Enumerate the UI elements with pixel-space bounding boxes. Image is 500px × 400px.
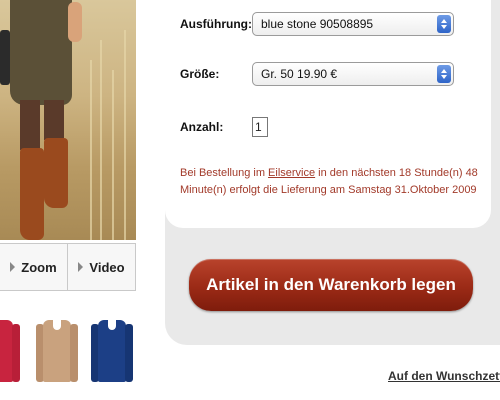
hand-detail: [68, 2, 82, 42]
grass-detail: [112, 70, 114, 240]
select-arrows-icon: [437, 15, 451, 33]
sleeve-detail: [12, 324, 20, 382]
quantity-input[interactable]: 1: [252, 117, 268, 137]
video-button[interactable]: Video: [67, 244, 135, 290]
boot-detail: [20, 148, 44, 240]
grass-detail: [124, 30, 126, 240]
wishlist-link[interactable]: Auf den Wunschzettel: [388, 369, 500, 383]
play-triangle-icon: [78, 262, 84, 272]
size-select[interactable]: Gr. 50 19.90 €: [252, 62, 454, 86]
video-label: Video: [89, 259, 125, 275]
quantity-row: Anzahl: 1: [180, 117, 268, 137]
select-arrows-icon: [437, 65, 451, 83]
boot-detail: [44, 138, 68, 208]
neckline-detail: [53, 320, 61, 330]
product-photo[interactable]: [0, 0, 136, 240]
thumbnail-red[interactable]: [0, 316, 20, 388]
zoom-button[interactable]: Zoom: [0, 244, 67, 290]
handbag-detail: [0, 30, 10, 85]
sleeve-detail: [70, 324, 78, 382]
size-value: Gr. 50 19.90 €: [261, 67, 338, 81]
size-label: Größe:: [180, 67, 220, 81]
add-to-cart-button[interactable]: Artikel in den Warenkorb legen: [189, 259, 473, 311]
delivery-prefix: Bei Bestellung im: [180, 167, 269, 179]
sleeve-detail: [125, 324, 133, 382]
delivery-info: Bei Bestellung im Eilservice in den näch…: [180, 165, 480, 199]
skirt-detail: [10, 0, 72, 105]
media-bar: Zoom Video: [0, 243, 136, 291]
play-triangle-icon: [10, 262, 16, 272]
thumbnail-beige[interactable]: [36, 316, 78, 388]
leg-detail: [20, 100, 40, 150]
neckline-detail: [108, 320, 116, 330]
variant-value: blue stone 90508895: [261, 17, 374, 31]
thumbnail-navy[interactable]: [91, 316, 133, 388]
grass-detail: [100, 40, 102, 240]
quantity-label: Anzahl:: [180, 120, 224, 134]
variant-select[interactable]: blue stone 90508895: [252, 12, 454, 36]
variant-label: Ausführung:: [180, 17, 252, 31]
size-row: Größe: Gr. 50 19.90 €: [180, 62, 454, 86]
grass-detail: [90, 60, 92, 240]
leg-detail: [44, 100, 64, 140]
zoom-label: Zoom: [21, 259, 57, 275]
variant-row: Ausführung: blue stone 90508895: [180, 12, 454, 36]
eilservice-link[interactable]: Eilservice: [268, 167, 315, 179]
options-box: Ausführung: blue stone 90508895 Größe: G…: [165, 0, 491, 228]
